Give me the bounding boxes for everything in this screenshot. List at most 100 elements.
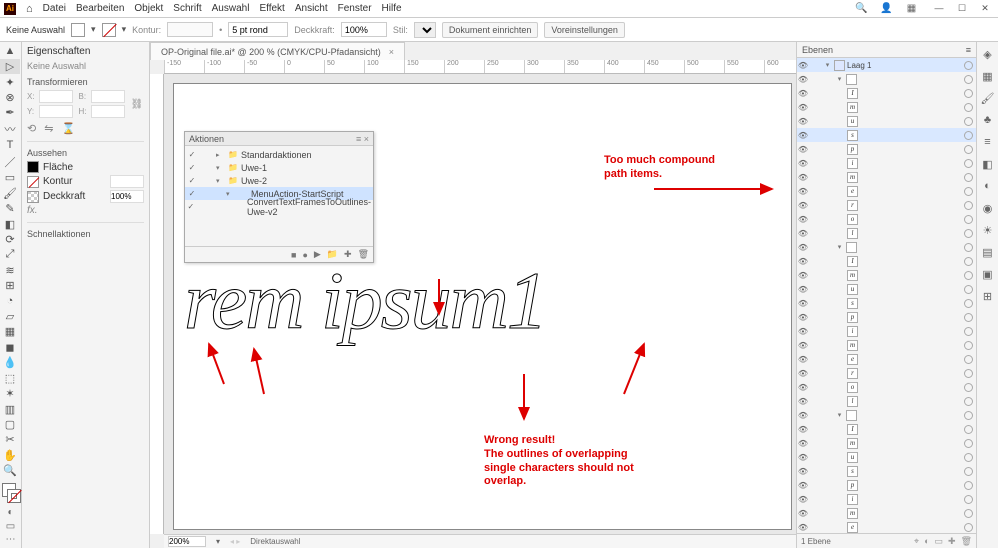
new-set-icon[interactable]: 📁 xyxy=(327,249,338,260)
sublayer-icon[interactable]: ▭ xyxy=(935,536,944,547)
screen-mode[interactable]: ▭ xyxy=(0,520,21,533)
stop-icon[interactable]: ■ xyxy=(291,250,296,260)
new-action-icon[interactable]: ✚ xyxy=(344,249,352,260)
mesh-tool[interactable]: ▦ xyxy=(0,325,20,339)
layers-icon[interactable]: ▤ xyxy=(980,244,996,260)
stroke-w-input[interactable] xyxy=(110,175,144,188)
layer-row[interactable]: 👁o xyxy=(797,380,976,394)
layer-row[interactable]: 👁e xyxy=(797,352,976,366)
layer-row[interactable]: 👁m xyxy=(797,436,976,450)
close-tab-icon[interactable]: × xyxy=(389,47,394,57)
maximize-button[interactable]: ☐ xyxy=(951,0,973,16)
user-icon[interactable]: 👤 xyxy=(880,2,893,15)
blend-tool[interactable]: ⬚ xyxy=(0,371,20,385)
graphic-styles-icon[interactable]: ☀ xyxy=(980,222,996,238)
record-icon[interactable]: ● xyxy=(302,250,307,260)
stroke-icon[interactable]: ≡ xyxy=(980,134,996,150)
home-icon[interactable]: ⌂ xyxy=(26,3,33,15)
layer-row[interactable]: 👁▾ xyxy=(797,240,976,254)
fx-label[interactable]: fx. xyxy=(27,205,38,216)
artboards-icon[interactable]: ⊞ xyxy=(980,288,996,304)
layers-tree[interactable]: 👁▾Laag 1👁▾👁I👁m👁u👁s👁p👁i👁m👁e👁r👁o👁l👁▾👁I👁m👁u… xyxy=(797,58,976,533)
layer-row[interactable]: 👁I xyxy=(797,422,976,436)
y-input[interactable] xyxy=(39,105,73,118)
locate-icon[interactable]: ⌖ xyxy=(914,536,919,547)
h-input[interactable] xyxy=(91,105,125,118)
wand-tool[interactable]: ✦ xyxy=(0,75,20,89)
close-button[interactable]: ✕ xyxy=(974,0,996,16)
curvature-tool[interactable]: 〰 xyxy=(0,121,20,137)
layer-row[interactable]: 👁r xyxy=(797,366,976,380)
selection-tool[interactable]: ▲ xyxy=(0,44,20,58)
symbol-tool[interactable]: ✶ xyxy=(0,386,20,400)
stroke-swatch[interactable] xyxy=(102,23,116,37)
link-icon[interactable]: ⛓ xyxy=(130,90,144,118)
menu-item[interactable]: Objekt xyxy=(134,3,163,14)
layer-row[interactable]: 👁u xyxy=(797,450,976,464)
fill-swatch[interactable] xyxy=(27,161,39,173)
menu-item[interactable]: Schrift xyxy=(173,3,201,14)
type-tool[interactable]: T xyxy=(0,138,20,152)
action-row[interactable]: ✓▾📁Uwe-1 xyxy=(185,161,373,174)
gradient-icon[interactable]: ◧ xyxy=(980,156,996,172)
scale-tool[interactable]: ⤢ xyxy=(0,248,20,262)
rotate-tool[interactable]: ⟳ xyxy=(0,232,20,246)
layer-row[interactable]: 👁e xyxy=(797,184,976,198)
layer-row[interactable]: 👁i xyxy=(797,324,976,338)
stroke-weight-input[interactable] xyxy=(167,22,213,37)
layer-row[interactable]: 👁p xyxy=(797,310,976,324)
arrange-icon[interactable]: ▦ xyxy=(905,2,918,15)
graph-tool[interactable]: ▥ xyxy=(0,402,20,416)
edit-toolbar[interactable]: ⋯ xyxy=(0,533,21,546)
layer-row[interactable]: 👁m xyxy=(797,338,976,352)
layer-row[interactable]: 👁u xyxy=(797,114,976,128)
brushes-icon[interactable]: 🖌 xyxy=(980,90,996,106)
prefs-button[interactable]: Voreinstellungen xyxy=(544,22,625,38)
layer-row[interactable]: 👁▾ xyxy=(797,408,976,422)
flip-icon[interactable]: ⇋ xyxy=(44,122,53,135)
search-icon[interactable]: 🔍 xyxy=(855,2,868,15)
menu-item[interactable]: Hilfe xyxy=(382,3,402,14)
layer-row[interactable]: 👁s xyxy=(797,128,976,142)
layer-row[interactable]: 👁r xyxy=(797,198,976,212)
layer-row[interactable]: 👁u xyxy=(797,282,976,296)
doc-setup-button[interactable]: Dokument einrichten xyxy=(442,22,539,38)
layer-row[interactable]: 👁m xyxy=(797,170,976,184)
color-icon[interactable]: ◈ xyxy=(980,46,996,62)
menu-item[interactable]: Ansicht xyxy=(295,3,328,14)
rect-tool[interactable]: ▭ xyxy=(0,171,20,185)
panel-menu-icon[interactable]: ≡ xyxy=(966,45,971,55)
layer-row[interactable]: 👁o xyxy=(797,212,976,226)
draw-mode[interactable]: ◐ xyxy=(0,506,21,519)
new-layer-icon[interactable]: ✚ xyxy=(948,536,956,547)
opacity-input[interactable] xyxy=(110,190,144,203)
layer-row[interactable]: 👁▾Laag 1 xyxy=(797,58,976,72)
panel-menu-icon[interactable]: ≡ × xyxy=(356,134,369,144)
layer-row[interactable]: 👁▾ xyxy=(797,72,976,86)
layer-row[interactable]: 👁m xyxy=(797,506,976,520)
action-row[interactable]: ✓ConvertTextFramesToOutlines-Uwe-v2 xyxy=(185,200,373,213)
layer-row[interactable]: 👁i xyxy=(797,492,976,506)
appearance-icon[interactable]: ◉ xyxy=(980,200,996,216)
delete-layer-icon[interactable]: 🗑 xyxy=(961,536,972,547)
layer-row[interactable]: 👁l xyxy=(797,226,976,240)
layer-row[interactable]: 👁s xyxy=(797,464,976,478)
width-tool[interactable]: ≋ xyxy=(0,263,20,277)
shaper-tool[interactable]: ✎ xyxy=(0,201,20,215)
menu-item[interactable]: Effekt xyxy=(259,3,284,14)
mask-icon[interactable]: ◐ xyxy=(924,536,929,547)
zoom-input[interactable] xyxy=(168,536,206,547)
layer-row[interactable]: 👁I xyxy=(797,254,976,268)
stroke-swatch[interactable] xyxy=(27,176,39,188)
menu-item[interactable]: Datei xyxy=(43,3,66,14)
layer-row[interactable]: 👁I xyxy=(797,86,976,100)
stroke-color[interactable] xyxy=(7,489,21,503)
rotate-icon[interactable]: ⟲ xyxy=(27,122,36,135)
layer-row[interactable]: 👁i xyxy=(797,156,976,170)
direct-selection-tool[interactable]: ▷ xyxy=(0,59,20,73)
zoom-tool[interactable]: 🔍 xyxy=(0,464,20,478)
stroke-profile[interactable] xyxy=(228,22,288,37)
artboard-tool[interactable]: ▢ xyxy=(0,417,20,431)
eyedropper-tool[interactable]: 💧 xyxy=(0,356,20,370)
play-icon[interactable]: ▶ xyxy=(314,249,321,260)
